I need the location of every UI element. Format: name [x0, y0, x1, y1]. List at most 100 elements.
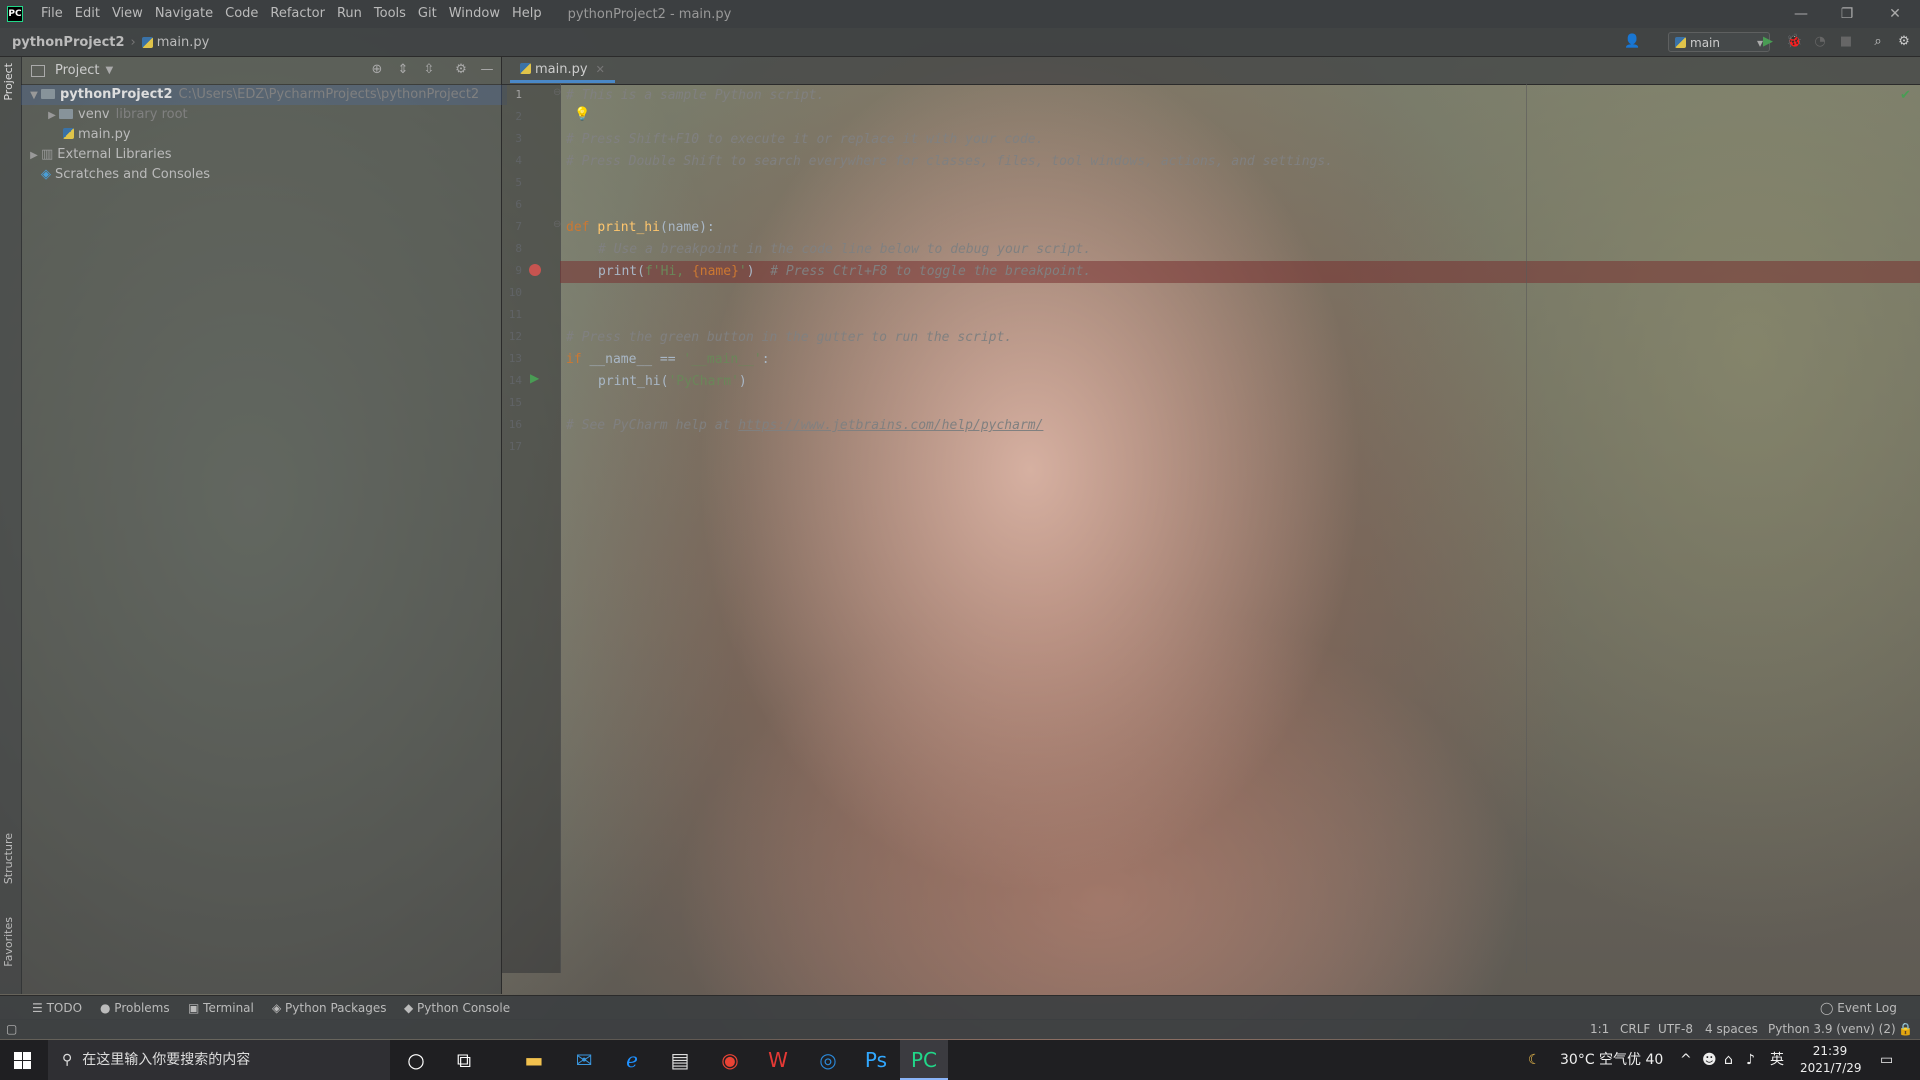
project-tool-tab[interactable]: Project [2, 63, 15, 101]
taskbar-search-box[interactable]: ⚲ 在这里输入你要搜索的内容 [48, 1040, 390, 1080]
menu-window[interactable]: Window [443, 0, 506, 28]
problems-tab[interactable]: ● Problems [100, 996, 170, 1020]
photoshop-icon[interactable]: Ps [852, 1040, 900, 1080]
indent-setting[interactable]: 4 spaces [1705, 1019, 1758, 1039]
network-icon[interactable]: ⌂ [1724, 1040, 1733, 1080]
menu-refactor[interactable]: Refactor [264, 0, 331, 28]
python-console-tab[interactable]: ◆ Python Console [404, 996, 510, 1020]
notification-center-icon[interactable]: ▭ [1880, 1040, 1893, 1080]
line-number: 1 [515, 88, 522, 101]
panel-settings-gear-icon[interactable]: ⚙ [453, 62, 469, 78]
breakpoint-icon[interactable] [529, 264, 541, 276]
clock[interactable]: 21:39 2021/7/29 [1800, 1043, 1862, 1077]
task-view-icon[interactable]: ⧉ [440, 1040, 488, 1080]
mail-icon[interactable]: ✉ [560, 1040, 608, 1080]
event-log-tab[interactable]: ◯ Event Log [1820, 996, 1897, 1020]
line-separator[interactable]: CRLF [1620, 1019, 1650, 1039]
search-icon[interactable]: ⌕ [1870, 34, 1886, 50]
breadcrumb-project[interactable]: pythonProject2 [12, 35, 125, 50]
menu-code[interactable]: Code [219, 0, 264, 28]
fold-icon[interactable]: ⊖ [553, 87, 561, 98]
terminal-tab[interactable]: ▣ Terminal [188, 996, 254, 1020]
menu-view[interactable]: View [106, 0, 149, 28]
code-line-14[interactable]: print_hi('PyCharm') [598, 374, 747, 389]
run-gutter-icon[interactable]: ▶ [530, 371, 539, 385]
event-log-icon: ◯ [1820, 1001, 1838, 1015]
stop-icon[interactable]: ■ [1838, 34, 1854, 50]
windows-start-icon[interactable] [14, 1052, 31, 1069]
chrome-icon[interactable]: ◉ [706, 1040, 754, 1080]
tree-item-external-libraries[interactable]: ▶ ▥ External Libraries [21, 145, 171, 165]
project-view-icon [31, 64, 45, 77]
menu-help[interactable]: Help [506, 0, 548, 28]
tree-item-scratches[interactable]: ◈ Scratches and Consoles [21, 165, 210, 185]
menu-git[interactable]: Git [412, 0, 443, 28]
caret-position[interactable]: 1:1 [1590, 1019, 1609, 1039]
hide-panel-icon[interactable]: — [479, 62, 495, 78]
editor-gutter[interactable]: 1 2 3 4 5 6 7 8 9 10 11 12 13 14 15 16 1… [502, 84, 561, 973]
breadcrumb-file[interactable]: main.py [157, 35, 210, 50]
code-line-9[interactable]: print(f'Hi, {name}') # Press Ctrl+F8 to … [598, 264, 1091, 279]
ime-indicator[interactable]: 英 [1770, 1040, 1784, 1080]
wps-icon[interactable]: W [754, 1040, 802, 1080]
todo-tab[interactable]: ☰ TODO [32, 996, 82, 1020]
chevron-down-icon[interactable]: ▼ [105, 65, 113, 76]
settings-gear-icon[interactable]: ⚙ [1896, 34, 1912, 50]
project-view-selector[interactable]: Project [55, 63, 99, 78]
code-line-12[interactable]: # Press the green button in the gutter t… [566, 330, 1012, 345]
coverage-icon[interactable]: ◔ [1812, 34, 1828, 50]
python-interpreter[interactable]: Python 3.9 (venv) (2) [1768, 1019, 1896, 1039]
vcs-user-icon[interactable]: 👤 [1624, 34, 1640, 50]
code-line-16[interactable]: # See PyCharm help at https://www.jetbra… [566, 418, 1043, 433]
code-line-4[interactable]: # Press Double Shift to search everywher… [566, 154, 1333, 169]
browser-icon[interactable]: ◎ [804, 1040, 852, 1080]
lock-icon[interactable]: 🔒 [1898, 1019, 1913, 1039]
menu-run[interactable]: Run [331, 0, 368, 28]
run-configuration-select[interactable]: main ▾ [1668, 32, 1770, 52]
menu-edit[interactable]: Edit [69, 0, 106, 28]
code-line-13[interactable]: if __name__ == '__main__': [566, 352, 770, 367]
code-line-1[interactable]: # This is a sample Python script. [566, 88, 824, 103]
structure-tool-tab[interactable]: Structure [2, 833, 15, 884]
menu-file[interactable]: File [35, 0, 69, 28]
python-file-icon [141, 36, 153, 48]
favorites-tool-tab[interactable]: Favorites [2, 917, 15, 967]
internet-explorer-icon[interactable]: ℯ [608, 1040, 656, 1080]
tray-expand-icon[interactable]: ^ [1680, 1040, 1692, 1080]
code-line-3[interactable]: # Press Shift+F10 to execute it or repla… [566, 132, 1043, 147]
debug-icon[interactable]: 🐞 [1786, 34, 1802, 50]
cortana-icon[interactable]: ○ [392, 1040, 440, 1080]
run-icon[interactable]: ▶ [1760, 34, 1776, 50]
tab-main-py[interactable]: main.py ✕ [510, 57, 615, 83]
code-line-7[interactable]: def print_hi(name): [566, 220, 715, 235]
toggle-tool-windows-icon[interactable]: ▢ [6, 1019, 17, 1039]
minimize-icon[interactable]: — [1778, 0, 1824, 28]
file-explorer-icon[interactable]: ▬ [510, 1040, 558, 1080]
expand-all-icon[interactable]: ⇕ [395, 62, 411, 78]
inspection-ok-icon[interactable]: ✔ [1900, 88, 1911, 103]
store-icon[interactable]: ▤ [656, 1040, 704, 1080]
python-packages-tab[interactable]: ◈ Python Packages [272, 996, 386, 1020]
menu-tools[interactable]: Tools [368, 0, 412, 28]
lightbulb-icon[interactable]: 💡 [574, 107, 590, 122]
help-link[interactable]: https://www.jetbrains.com/help/pycharm/ [738, 418, 1043, 433]
navigation-bar: pythonProject2 › main.py 👤 main ▾ ▶ 🐞 ◔ ■… [0, 28, 1920, 57]
file-encoding[interactable]: UTF-8 [1658, 1019, 1693, 1039]
code-line-8[interactable]: # Use a breakpoint in the code line belo… [598, 242, 1091, 257]
tree-item-label: venv [78, 107, 110, 122]
tree-item-venv[interactable]: ▶ venv library root [21, 105, 188, 125]
close-icon[interactable]: ✕ [1872, 0, 1918, 28]
volume-icon[interactable]: ♪ [1746, 1040, 1755, 1080]
tree-item-main-py[interactable]: main.py [21, 125, 131, 145]
tree-item-project-root[interactable]: ▼ pythonProject2 C:\Users\EDZ\PycharmProje… [21, 85, 507, 105]
collapse-all-icon[interactable]: ⇳ [421, 62, 437, 78]
restore-icon[interactable]: ❐ [1824, 0, 1870, 28]
menu-bar: PC File Edit View Navigate Code Refactor… [0, 0, 1920, 28]
fold-icon[interactable]: ⊖ [553, 219, 561, 230]
close-tab-icon[interactable]: ✕ [596, 63, 605, 76]
menu-navigate[interactable]: Navigate [149, 0, 219, 28]
qq-icon[interactable]: ☻ [1702, 1040, 1717, 1080]
weather-text[interactable]: 30°C 空气优 40 [1560, 1040, 1663, 1080]
locate-file-icon[interactable]: ⊕ [369, 62, 385, 78]
pycharm-taskbar-icon[interactable]: PC [900, 1040, 948, 1080]
